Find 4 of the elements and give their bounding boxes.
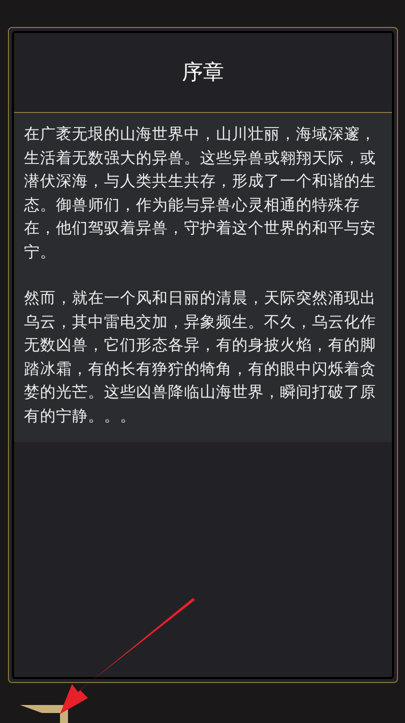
emblem-icon — [20, 705, 70, 723]
story-paragraph: 在广袤无垠的山海世界中，山川壮丽，海域深邃，生活着无数强大的异兽。这些异兽或翱翔天际，或潜伏深海，与人类共生共存，形成了一个和谐的生态。御兽师们，作为能与异兽心灵相通的特殊存在，他们驾驭着异兽，守护着这个世界的和平与安宁。 — [24, 124, 377, 262]
dialog-title: 序章 — [182, 58, 224, 86]
story-paragraph: 然而，就在一个风和日丽的清晨，天际突然涌现出乌云，其中雷电交加，异象频生。不久，乌云化作无数凶兽，它们形态各异，有的身披火焰，有的脚踏冰霜，有的长有狰狞的犄角，有的眼中闪烁着贪婪的光芒。这些凶兽降临山海世界，瞬间打破了原有的宁静。。。 — [24, 288, 377, 426]
